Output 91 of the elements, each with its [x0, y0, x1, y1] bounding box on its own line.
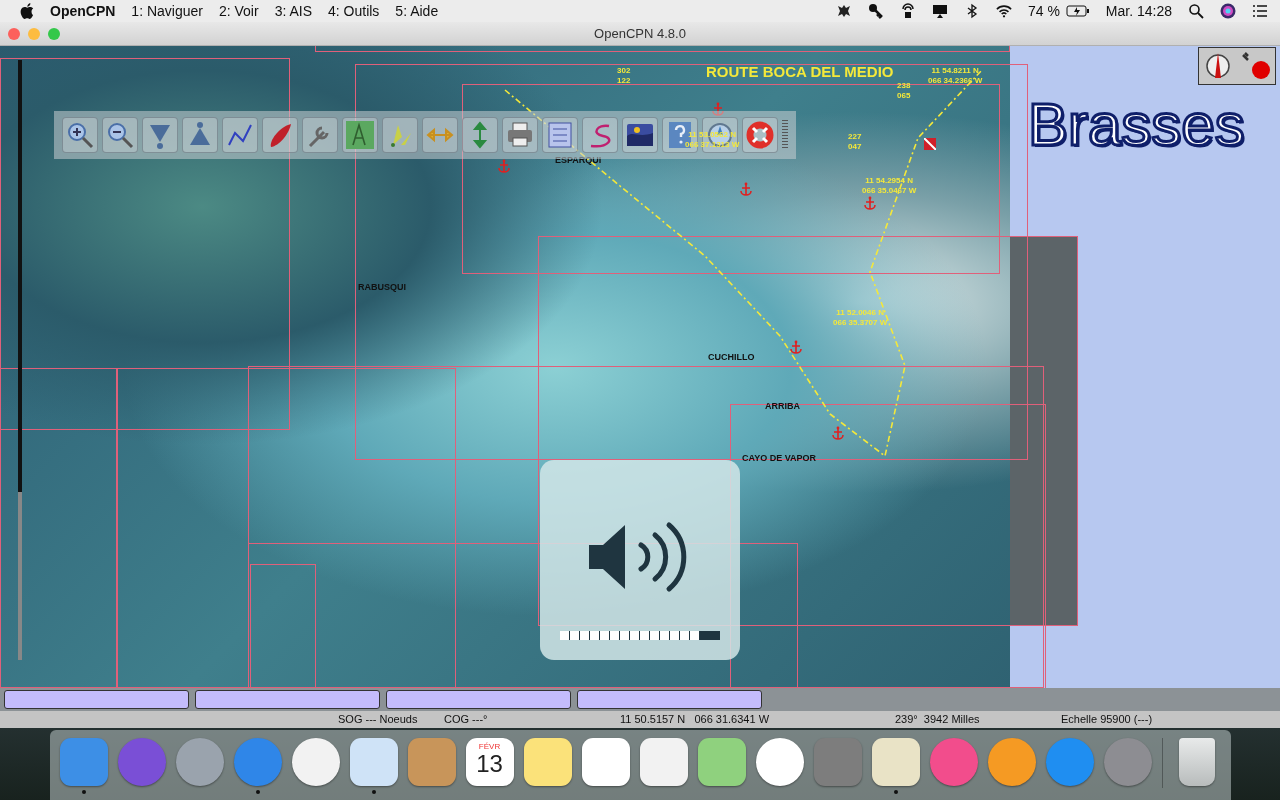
- leg-reverse-bearing: 047: [848, 142, 862, 152]
- close-button[interactable]: [8, 27, 20, 40]
- triangle-down-tool[interactable]: [142, 117, 178, 153]
- search-icon[interactable]: [1188, 3, 1204, 19]
- life-ring-icon: [745, 120, 775, 150]
- app-icon[interactable]: [581, 738, 630, 786]
- app-icon[interactable]: [871, 738, 920, 786]
- place-label: ESPARQUI: [555, 155, 602, 165]
- help-tool[interactable]: [662, 117, 698, 153]
- course-over-ground: COG ---°: [444, 713, 488, 725]
- anchor-icon: [864, 196, 876, 210]
- battery-icon[interactable]: [1065, 5, 1090, 17]
- app-icon[interactable]: [349, 738, 398, 786]
- display-icon[interactable]: [931, 3, 948, 19]
- clock[interactable]: Mar. 14:28: [1105, 3, 1172, 19]
- compass-icon: [1203, 51, 1233, 81]
- chart-group-button[interactable]: [195, 690, 380, 709]
- zoom-in-tool[interactable]: [62, 117, 98, 153]
- flag-tool[interactable]: [382, 117, 418, 153]
- life-ring-tool[interactable]: [742, 117, 778, 153]
- gps-status-icon: [1241, 51, 1271, 81]
- bearing-distance: 239° 3942 Milles: [895, 713, 980, 725]
- app-icon[interactable]: [291, 738, 340, 786]
- leg-reverse-bearing: 122: [617, 76, 631, 86]
- route-name: ROUTE BOCA DEL MEDIO: [706, 63, 894, 80]
- gear-icon[interactable]: [835, 3, 852, 19]
- waypoint-latitude: 11 53.0562 N: [688, 130, 736, 140]
- anchor-icon: [832, 426, 844, 440]
- anchor-icon: [740, 182, 752, 196]
- app-icon[interactable]: [697, 738, 746, 786]
- print-tool[interactable]: [502, 117, 538, 153]
- lock-signal-icon[interactable]: [899, 3, 916, 19]
- route-tool[interactable]: [222, 117, 258, 153]
- zoom-out-tool[interactable]: [102, 117, 138, 153]
- diver-flag-icon: [924, 138, 936, 150]
- app-icon[interactable]: [523, 738, 572, 786]
- app-icon[interactable]: [755, 738, 804, 786]
- triangle-up-tool[interactable]: [182, 117, 218, 153]
- landscape-tool[interactable]: [622, 117, 658, 153]
- place-label: CUCHILLO: [708, 352, 755, 362]
- wrench-tool[interactable]: [302, 117, 338, 153]
- menu-item[interactable]: 4: Outils: [328, 3, 380, 19]
- anchor-icon: [712, 102, 724, 116]
- anchor-icon: [790, 340, 802, 354]
- app-menu[interactable]: OpenCPN: [50, 3, 116, 19]
- waypoint-longitude: 066 35.3707 W: [833, 318, 888, 328]
- waypoint-latitude: 11 52.0046 N: [836, 308, 884, 318]
- chart-group-button[interactable]: [386, 690, 571, 709]
- waypoint-latitude: 11 54.2954 N: [865, 176, 913, 186]
- menu-item[interactable]: 5: Aide: [395, 3, 439, 19]
- zoom-out-icon: [105, 120, 135, 150]
- leg-bearing: 302: [617, 66, 631, 76]
- boat-tool[interactable]: [262, 117, 298, 153]
- cursor-position: 11 50.5157 N 066 31.6341 W: [620, 713, 769, 725]
- zoom-in-icon: [65, 120, 95, 150]
- trash-icon[interactable]: [1178, 738, 1215, 786]
- calendar-app-icon[interactable]: FÉVR 13: [465, 738, 514, 786]
- app-icon[interactable]: [175, 738, 224, 786]
- wifi-icon[interactable]: [995, 3, 1012, 19]
- chart-group-button[interactable]: [4, 690, 189, 709]
- app-icon[interactable]: [639, 738, 688, 786]
- list-tool[interactable]: [542, 117, 578, 153]
- app-icon[interactable]: [987, 738, 1036, 786]
- speed-over-ground: SOG --- Noeuds: [338, 713, 418, 725]
- list-icon[interactable]: [1252, 3, 1268, 19]
- leg-reverse-bearing: 065: [897, 91, 911, 101]
- siri-icon[interactable]: [1220, 3, 1236, 19]
- list-icon: [545, 120, 575, 150]
- chart-group-button[interactable]: [577, 690, 762, 709]
- anchor-icon: [498, 159, 510, 173]
- waypoint-longitude: 066 37.1313 W: [685, 140, 740, 150]
- text-tool[interactable]: [342, 117, 378, 153]
- apple-icon[interactable]: [20, 3, 34, 19]
- leg-bearing: 227: [848, 132, 862, 142]
- waypoint-latitude: 11 54.8211 N: [931, 66, 979, 76]
- chart-scale: Echelle 95900 (---): [1061, 713, 1153, 725]
- battery-percentage[interactable]: 74 %: [1027, 3, 1060, 19]
- window-title: OpenCPN 4.8.0: [594, 26, 686, 41]
- compass-widget[interactable]: [1198, 47, 1276, 85]
- curve-tool[interactable]: [582, 117, 618, 153]
- menu-item[interactable]: 3: AIS: [274, 3, 312, 19]
- waypoint-longitude: 066 35.0467 W: [862, 186, 917, 196]
- print-icon: [505, 120, 535, 150]
- depth-unit-label: Brasses: [1028, 90, 1245, 159]
- place-label: RABUSQUI: [358, 282, 406, 292]
- menu-item[interactable]: 1: Naviguer: [131, 3, 203, 19]
- waypoint-longitude: 066 34.2366 W: [928, 76, 983, 86]
- key-icon[interactable]: [867, 3, 884, 19]
- text-icon: [345, 120, 375, 150]
- menu-item[interactable]: 2: Voir: [218, 3, 259, 19]
- arrows-vertical-tool[interactable]: [462, 117, 498, 153]
